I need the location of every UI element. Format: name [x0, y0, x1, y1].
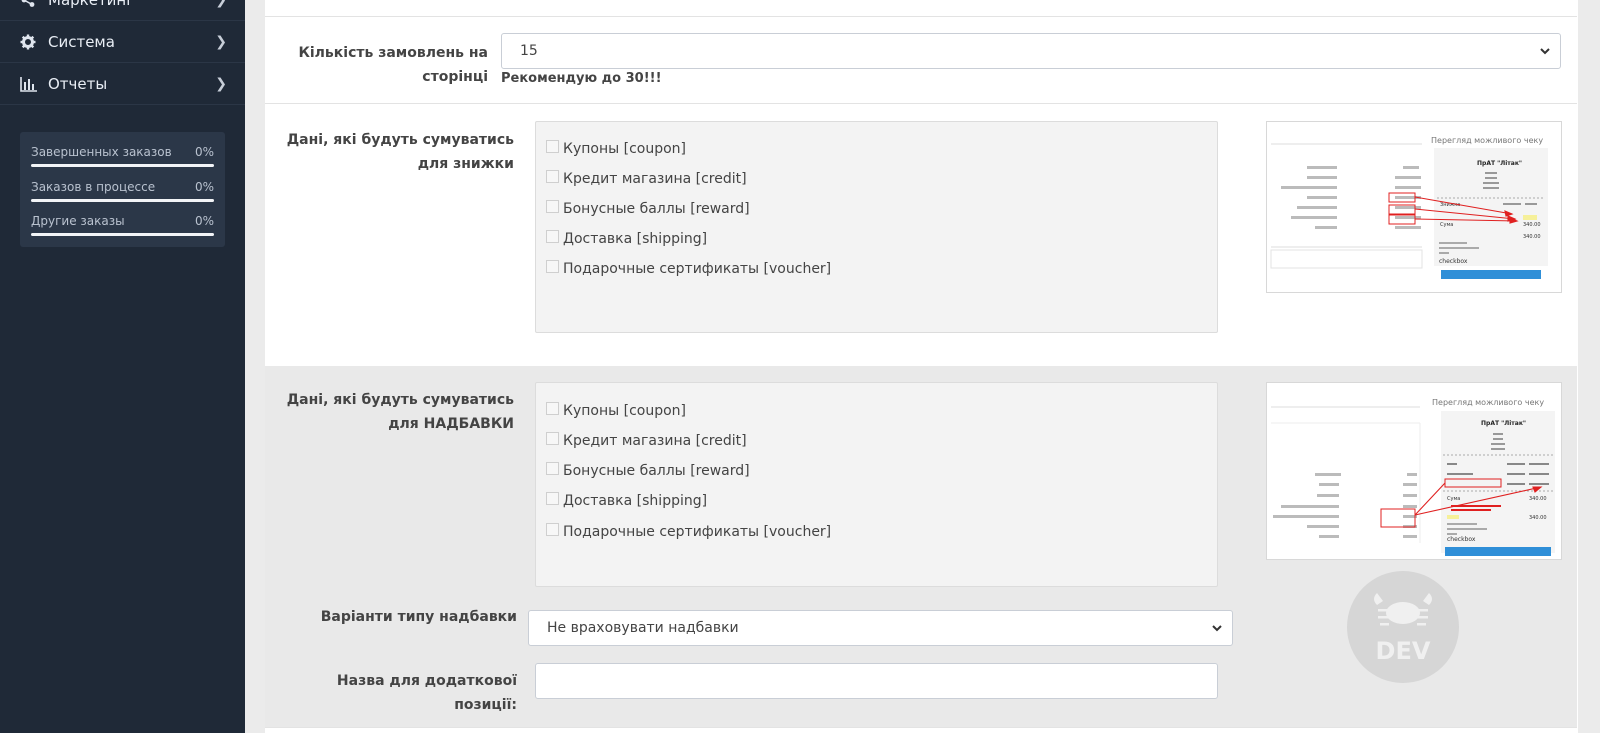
option-label: Бонусные баллы [reward]	[563, 201, 750, 217]
discount-label: Дані, які будуть сумуватись для знижки	[286, 132, 514, 172]
stat-label: Заказов в процессе	[31, 179, 156, 194]
checkbox[interactable]	[546, 169, 559, 183]
markup-option-shipping[interactable]: Доставка [shipping]	[546, 489, 707, 513]
checkbox[interactable]	[546, 491, 559, 505]
sidebar-item-label: Отчеты	[48, 74, 108, 93]
chevron-down-icon	[1210, 621, 1224, 635]
markup-label: Дані, які будуть сумуватись для НАДБАВКИ	[286, 392, 514, 432]
discount-option-coupon[interactable]: Купоны [coupon]	[546, 137, 686, 161]
form-row-bottom	[265, 727, 1577, 733]
stat-value: 0%	[194, 179, 214, 194]
form-row-markup: Дані, які будуть сумуватись для НАДБАВКИ…	[265, 366, 1577, 733]
option-label: Доставка [shipping]	[563, 231, 708, 247]
checkbox[interactable]	[546, 139, 559, 153]
share-icon	[20, 0, 36, 8]
preview-sum-amount: 340.00	[1523, 222, 1541, 228]
checkbox[interactable]	[546, 229, 559, 243]
stat-label: Другие заказы	[31, 214, 125, 228]
orders-per-page-hint: Рекомендую до 30!!!	[501, 71, 662, 86]
chevron-right-icon: ❯	[215, 76, 227, 92]
form-row-discount: Дані, які будуть сумуватись для знижки К…	[265, 104, 1577, 366]
sidebar-item-label: Система	[48, 32, 115, 51]
markup-receipt-preview: Перегляд можливого чеку ПрАТ "Літак" Сум…	[1266, 382, 1562, 560]
crab-icon	[1374, 593, 1432, 626]
form-row-top	[265, 0, 1577, 17]
preview-title: Перегляд можливого чеку	[1432, 398, 1544, 407]
bar-chart-icon	[20, 76, 37, 92]
preview-brand: checkbox	[1439, 258, 1468, 265]
discount-option-voucher[interactable]: Подарочные сертификаты [voucher]	[546, 257, 831, 281]
checkbox[interactable]	[546, 461, 559, 475]
option-label: Доставка [shipping]	[563, 493, 708, 509]
markup-option-coupon[interactable]: Купоны [coupon]	[546, 399, 686, 423]
preview-company: ПрАТ "Літак"	[1477, 160, 1522, 167]
chevron-right-icon: ❯	[215, 34, 227, 50]
discount-option-credit[interactable]: Кредит магазина [credit]	[546, 167, 747, 191]
preview-total-amount: 340.00	[1529, 515, 1547, 521]
stat-other-orders: Другие заказы 0%	[31, 207, 214, 242]
preview-sum-label: Сума	[1447, 496, 1460, 502]
markup-checkbox-group: Купоны [coupon] Кредит магазина [credit]…	[535, 382, 1218, 587]
preview-sum-amount: 340.00	[1529, 496, 1547, 502]
markup-type-label: Варіанти типу надбавки	[320, 609, 517, 625]
markup-type-select[interactable]: Не враховувати надбавки	[528, 610, 1233, 646]
progress-bar	[31, 233, 214, 236]
checkbox[interactable]	[546, 431, 559, 445]
stat-completed-orders: Завершенных заказов 0%	[31, 138, 214, 173]
sidebar-item-system[interactable]: Система ❯	[0, 21, 245, 63]
discount-option-shipping[interactable]: Доставка [shipping]	[546, 227, 707, 251]
option-label: Купоны [coupon]	[563, 403, 686, 419]
option-label: Подарочные сертификаты [voucher]	[563, 524, 832, 540]
stat-value: 0%	[194, 145, 214, 159]
chevron-down-icon	[1538, 44, 1552, 58]
discount-receipt-preview: Перегляд можливого чеку ПрАТ "Літак" Зни…	[1266, 121, 1562, 293]
main-content: Кількість замовлень на сторінці 15 Реком…	[245, 0, 1600, 733]
sidebar-item-reports[interactable]: Отчеты ❯	[0, 63, 245, 105]
sidebar-item-marketing[interactable]: Маркетинг ❯	[0, 0, 245, 21]
orders-per-page-label: Кількість замовлень на сторінці	[298, 45, 488, 85]
progress-bar	[31, 164, 214, 167]
preview-brand: checkbox	[1447, 536, 1476, 543]
stat-processing-orders: Заказов в процессе 0%	[31, 173, 214, 208]
option-label: Купоны [coupon]	[563, 141, 686, 157]
preview-title: Перегляд можливого чеку	[1431, 136, 1543, 145]
page-gutter-left	[245, 0, 267, 733]
discount-checkbox-group: Купоны [coupon] Кредит магазина [credit]…	[535, 121, 1218, 333]
option-label: Кредит магазина [credit]	[563, 433, 747, 449]
gear-icon	[20, 34, 36, 50]
checkbox[interactable]	[546, 401, 559, 415]
order-stats-panel: Завершенных заказов 0% Заказов в процесс…	[20, 132, 225, 247]
sidebar-item-label: Маркетинг	[48, 0, 134, 9]
progress-bar	[31, 198, 214, 202]
markup-option-credit[interactable]: Кредит магазина [credit]	[546, 429, 747, 453]
watermark-text: DEV	[1376, 637, 1431, 665]
checkbox[interactable]	[546, 259, 559, 273]
select-value: 15	[520, 43, 538, 59]
option-label: Подарочные сертификаты [voucher]	[563, 261, 832, 277]
discount-option-reward[interactable]: Бонусные баллы [reward]	[546, 197, 750, 221]
extra-position-name-input[interactable]	[535, 663, 1218, 699]
preview-total-amount: 340.00	[1523, 234, 1541, 240]
checkbox[interactable]	[546, 199, 559, 213]
page-gutter-right	[1578, 0, 1600, 733]
extra-position-name-label: Назва для додаткової позиції:	[336, 673, 517, 713]
markup-option-voucher[interactable]: Подарочные сертификаты [voucher]	[546, 520, 831, 544]
sidebar: Маркетинг ❯ Система ❯ Отчеты ❯ Завершенн…	[0, 0, 245, 733]
dev-watermark: DEV	[1347, 571, 1459, 683]
chevron-right-icon: ❯	[215, 0, 227, 8]
stat-label: Завершенных заказов	[31, 145, 172, 159]
preview-sum-label: Сума	[1440, 222, 1453, 228]
stat-value: 0%	[194, 214, 214, 228]
markup-option-reward[interactable]: Бонусные баллы [reward]	[546, 459, 750, 483]
orders-per-page-select[interactable]: 15	[501, 33, 1561, 69]
preview-company: ПрАТ "Літак"	[1481, 420, 1526, 427]
form-row-orders-per-page: Кількість замовлень на сторінці 15 Реком…	[265, 17, 1577, 104]
checkbox[interactable]	[546, 522, 559, 536]
select-value: Не враховувати надбавки	[547, 620, 739, 636]
option-label: Кредит магазина [credit]	[563, 171, 747, 187]
option-label: Бонусные баллы [reward]	[563, 463, 750, 479]
